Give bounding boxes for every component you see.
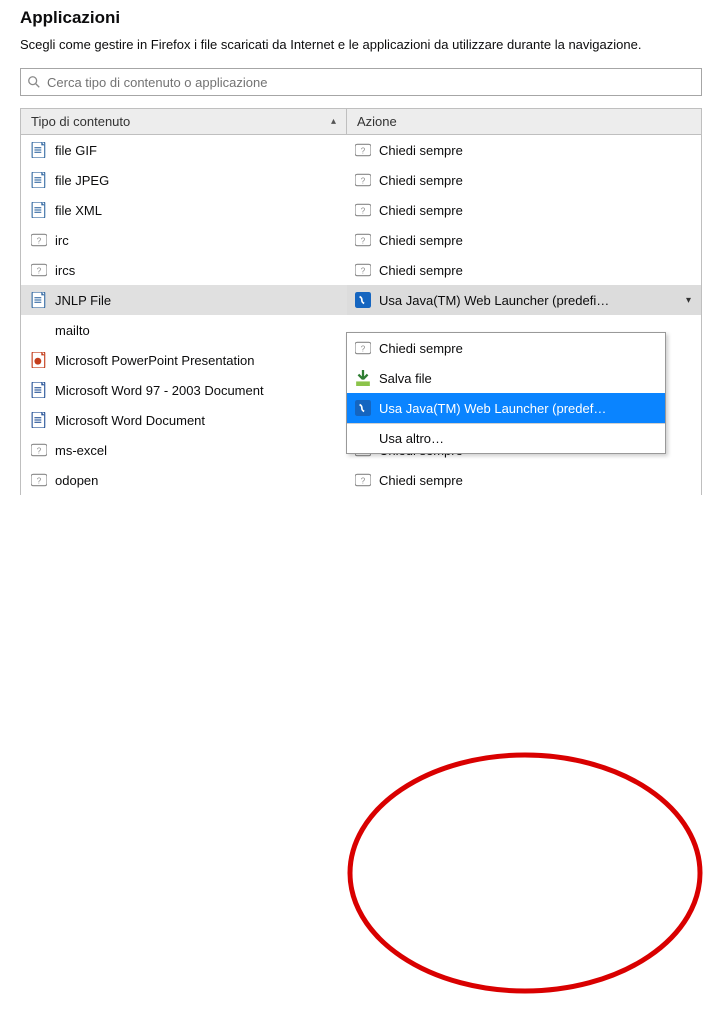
type-cell: Microsoft Word 97 - 2003 Document: [21, 375, 347, 405]
type-cell: odopen: [21, 465, 347, 495]
annotation-ellipse: [20, 495, 722, 1012]
type-cell: file XML: [21, 195, 347, 225]
protocol-icon: [31, 442, 47, 458]
docx-icon: [31, 412, 47, 428]
type-label: Microsoft PowerPoint Presentation: [55, 353, 254, 368]
ask-icon: [355, 202, 371, 218]
type-cell: irc: [21, 225, 347, 255]
sort-indicator-icon: ▴: [331, 116, 336, 127]
action-cell: Chiedi sempre: [347, 195, 701, 225]
action-cell: Chiedi sempre: [347, 225, 701, 255]
type-cell: mailto: [21, 315, 347, 345]
dropdown-item[interactable]: Chiedi sempre: [347, 333, 665, 363]
dropdown-item[interactable]: Usa Java(TM) Web Launcher (predef…: [347, 393, 665, 423]
action-label: Chiedi sempre: [379, 203, 463, 218]
table-row[interactable]: file GIF Chiedi sempre: [21, 135, 701, 165]
type-cell: JNLP File: [21, 285, 347, 315]
action-label: Usa Java(TM) Web Launcher (predefi…: [379, 293, 609, 308]
type-label: mailto: [55, 323, 90, 338]
type-label: JNLP File: [55, 293, 111, 308]
column-header-type[interactable]: Tipo di contenuto ▴: [21, 109, 347, 134]
table-row[interactable]: JNLP File Usa Java(TM) Web Launcher (pred…: [21, 285, 701, 315]
action-label: Chiedi sempre: [379, 233, 463, 248]
ask-icon: [355, 340, 371, 356]
action-cell: Chiedi sempre: [347, 465, 701, 495]
type-cell: file JPEG: [21, 165, 347, 195]
ask-icon: [355, 172, 371, 188]
section-title: Applicazioni: [20, 8, 702, 28]
table-row[interactable]: file XML Chiedi sempre: [21, 195, 701, 225]
column-header-action[interactable]: Azione: [347, 109, 701, 134]
search-input[interactable]: [47, 75, 695, 90]
table-header: Tipo di contenuto ▴ Azione: [21, 109, 701, 135]
action-label: Chiedi sempre: [379, 143, 463, 158]
type-label: file GIF: [55, 143, 97, 158]
file-jnlp-icon: [31, 292, 47, 308]
table-row[interactable]: file JPEG Chiedi sempre: [21, 165, 701, 195]
action-cell[interactable]: Usa Java(TM) Web Launcher (predefi… ▾: [347, 285, 701, 315]
dropdown-item[interactable]: Usa altro…: [347, 423, 665, 453]
type-label: ms-excel: [55, 443, 107, 458]
dropdown-item-label: Usa Java(TM) Web Launcher (predef…: [379, 401, 606, 416]
protocol-icon: [31, 232, 47, 248]
table-row[interactable]: irc Chiedi sempre: [21, 225, 701, 255]
action-label: Chiedi sempre: [379, 473, 463, 488]
protocol-icon: [31, 472, 47, 488]
type-cell: Microsoft Word Document: [21, 405, 347, 435]
ppt-icon: [31, 352, 47, 368]
table-row[interactable]: ircs Chiedi sempre: [21, 255, 701, 285]
search-box[interactable]: [20, 68, 702, 96]
dropdown-item-label: Chiedi sempre: [379, 341, 463, 356]
chevron-down-icon: ▾: [686, 295, 691, 306]
search-icon: [27, 75, 41, 89]
table-row[interactable]: odopen Chiedi sempre: [21, 465, 701, 495]
save-icon: [355, 370, 371, 386]
type-label: ircs: [55, 263, 75, 278]
java-icon: [355, 400, 371, 416]
type-cell: ms-excel: [21, 435, 347, 465]
section-description: Scegli come gestire in Firefox i file sc…: [20, 36, 702, 54]
protocol-icon: [31, 262, 47, 278]
file-xml-icon: [31, 202, 47, 218]
dropdown-item-label: Usa altro…: [379, 431, 444, 446]
type-cell: Microsoft PowerPoint Presentation: [21, 345, 347, 375]
action-cell: Chiedi sempre: [347, 135, 701, 165]
type-label: Microsoft Word 97 - 2003 Document: [55, 383, 264, 398]
ask-icon: [355, 472, 371, 488]
dropdown-item[interactable]: Salva file: [347, 363, 665, 393]
type-label: file XML: [55, 203, 102, 218]
action-dropdown[interactable]: Chiedi sempre Salva file Usa Java(TM) Web …: [346, 332, 666, 454]
type-cell: file GIF: [21, 135, 347, 165]
dropdown-item-label: Salva file: [379, 371, 432, 386]
type-label: file JPEG: [55, 173, 109, 188]
java-icon: [355, 292, 371, 308]
ask-icon: [355, 232, 371, 248]
type-label: odopen: [55, 473, 98, 488]
ask-icon: [355, 142, 371, 158]
doc-icon: [31, 382, 47, 398]
file-jpeg-icon: [31, 172, 47, 188]
action-cell: Chiedi sempre: [347, 165, 701, 195]
ask-icon: [355, 262, 371, 278]
type-label: irc: [55, 233, 69, 248]
action-cell: Chiedi sempre: [347, 255, 701, 285]
type-label: Microsoft Word Document: [55, 413, 205, 428]
type-cell: ircs: [21, 255, 347, 285]
file-gif-icon: [31, 142, 47, 158]
action-label: Chiedi sempre: [379, 173, 463, 188]
action-label: Chiedi sempre: [379, 263, 463, 278]
